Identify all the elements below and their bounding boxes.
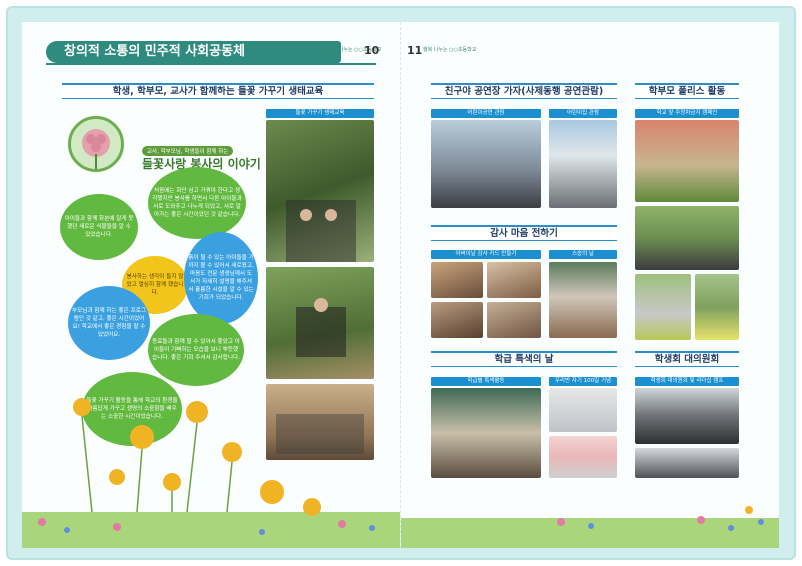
activity-photo [266, 120, 374, 262]
activity-photo [431, 388, 541, 478]
photo-caption: 어린이집 관람 [549, 109, 617, 118]
page-number: 11 [407, 44, 423, 57]
right-page: 11 행복 나누는 ○○초등학교 친구야 공연장 가자(사제동행 공연관람) 어… [400, 22, 779, 548]
photo-caption: 들꽃 가꾸기 생태교육 [266, 109, 374, 118]
section-title: 친구야 공연장 가자(사제동행 공연관람) [431, 83, 617, 99]
quote-bubble: 아이들과 함께 화분에 알게 못했던 새로운 식물들을 알 수 있었습니다. [60, 194, 138, 260]
grass-decoration [401, 506, 779, 548]
photo-caption: 우리반 자기 100일 기념 [549, 377, 617, 386]
section-title: 학급 특색의 날 [431, 351, 617, 367]
activity-photo [549, 436, 617, 478]
photo-caption: 스승의 날 [549, 250, 617, 259]
activity-photo [635, 388, 739, 444]
activity-photo [635, 206, 739, 270]
activity-photo [431, 302, 483, 338]
activity-photo [431, 262, 483, 298]
quote-bubble: 흙이 될 수 있는 아이들을 기까지 볼 수 있어서 새로웠고, 마음도 전문 … [184, 232, 258, 324]
section-title: 학생, 학부모, 교사가 함께하는 들꽃 가꾸기 생태교육 [62, 83, 374, 99]
banner-title: 창의적 소통의 민주적 사회공동체 [64, 44, 246, 59]
photo-caption: 학생회 대의원회 및 리더십 캠프 [635, 377, 739, 386]
quote-bubble: 처음에는 화단 심고 가꿔야 한다고 생각했지만 봉사를 하면서 다른 아이들과… [148, 167, 246, 239]
page-meta: 행복 나누는 ○○초등학교 [423, 47, 477, 53]
activity-photo [549, 388, 617, 432]
activity-photo [549, 120, 617, 208]
quote-bubble: 동료들과 함께 할 수 있어서 좋았고 아이들이 기뻐하는 모습을 보니 뿌듯했… [148, 314, 244, 386]
page-banner: 창의적 소통의 민주적 사회공동체 [46, 41, 341, 63]
page-number: 10 [364, 44, 380, 57]
activity-photo [549, 262, 617, 338]
activity-photo [266, 267, 374, 379]
photo-caption: 학급별 특색활동 [431, 377, 541, 386]
activity-photo [431, 120, 541, 208]
activity-photo [635, 448, 739, 478]
activity-photo [635, 120, 739, 202]
wildflower-decoration [22, 398, 400, 548]
quote-bubble: 부모님과 함께 하는 좋은 프로그램인 것 같고, 좋은 시간이었어요! 학교에… [68, 286, 150, 360]
flower-badge-icon [68, 116, 124, 172]
activity-photo [487, 302, 541, 338]
photo-caption: 어버이날 감사 카드 만들기 [431, 250, 541, 259]
photo-caption: 어린이공연 관람 [431, 109, 541, 118]
section-title: 학부모 폴리스 활동 [635, 83, 739, 99]
activity-photo [487, 262, 541, 298]
section-title: 학생회 대의원회 [635, 351, 739, 367]
brochure-spread: 창의적 소통의 민주적 사회공동체 행복 나누는 ○○초등학교 10 학생, 학… [22, 22, 779, 548]
activity-photo [695, 274, 739, 340]
section-title: 감사 마음 전하기 [431, 225, 617, 241]
activity-photo [635, 274, 691, 340]
photo-caption: 학교 앞 주정차금지 캠페인 [635, 109, 739, 118]
banner-rule [46, 63, 376, 65]
left-page: 창의적 소통의 민주적 사회공동체 행복 나누는 ○○초등학교 10 학생, 학… [22, 22, 400, 548]
